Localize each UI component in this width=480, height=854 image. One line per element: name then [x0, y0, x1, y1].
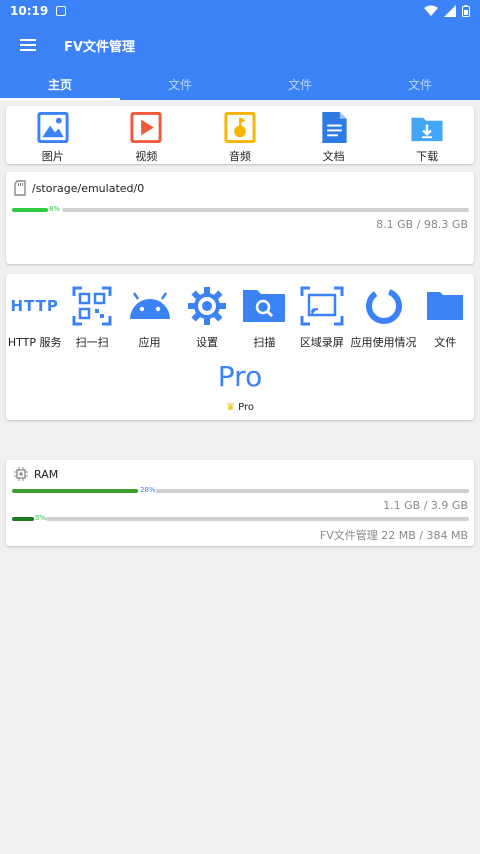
- folder-icon: [427, 292, 464, 320]
- category-label: 音频: [228, 150, 251, 163]
- storage-bar-used: [12, 208, 48, 212]
- video-icon: [130, 111, 162, 144]
- app-ram-percent: 5%: [35, 514, 47, 522]
- tool-scan[interactable]: 扫描: [236, 282, 293, 350]
- tab-files-2[interactable]: 文件: [240, 68, 360, 100]
- ram-label: RAM: [34, 467, 59, 481]
- tab-files-3[interactable]: 文件: [360, 68, 480, 100]
- tool-screen-record[interactable]: 区域录屏: [293, 282, 350, 350]
- download-icon: [411, 117, 443, 142]
- tab-bar: 主页 文件 文件 文件: [0, 68, 480, 100]
- app-title: FV文件管理: [64, 39, 135, 55]
- tool-label: 区域录屏: [299, 336, 344, 349]
- notification-icon: [56, 6, 67, 16]
- storage-percent: 8%: [49, 205, 61, 213]
- signal-icon: [444, 5, 456, 17]
- status-icons: [424, 5, 470, 17]
- crown-icon: ♛: [225, 402, 235, 413]
- http-icon-text: HTTP: [10, 297, 59, 315]
- status-bar: 10:19: [0, 0, 480, 22]
- ram-percent: 28%: [140, 486, 156, 494]
- category-label: 图片: [41, 150, 64, 163]
- category-label: 下载: [416, 150, 439, 163]
- hamburger-icon: [20, 39, 36, 51]
- menu-button[interactable]: [0, 22, 56, 68]
- category-documents[interactable]: 文档: [287, 106, 381, 164]
- tools-card: HTTP HTTP 服务 扫一扫 应用 设置 扫描 区域录屏 应用使用情况 文件…: [6, 274, 474, 420]
- tool-settings[interactable]: 设置: [178, 282, 235, 350]
- app-ram-bar-fill: [12, 517, 34, 521]
- tool-apps[interactable]: 应用: [121, 282, 178, 350]
- ram-size: 1.1 GB / 3.9 GB: [383, 499, 468, 512]
- category-images[interactable]: 图片: [6, 106, 100, 164]
- pro-badge-label: Pro: [238, 402, 255, 413]
- wifi-icon: [424, 5, 438, 16]
- ram-bar-track: [156, 489, 469, 493]
- document-icon: [321, 111, 347, 144]
- audio-icon: [224, 111, 256, 144]
- status-time: 10:19: [10, 4, 49, 18]
- tool-label: 设置: [195, 336, 218, 349]
- storage-path: /storage/emulated/0: [32, 181, 145, 195]
- tool-label: 扫一扫: [75, 336, 109, 349]
- ram-card[interactable]: RAM 28% 1.1 GB / 3.9 GB 5% FV文件管理 22 MB …: [6, 460, 474, 546]
- storage-bar-fill: [12, 208, 48, 212]
- qr-scan-icon: [72, 286, 112, 326]
- storage-size: 8.1 GB / 98.3 GB: [376, 218, 468, 231]
- category-audio[interactable]: 音频: [193, 106, 287, 164]
- battery-icon: [462, 5, 470, 17]
- tab-files-1[interactable]: 文件: [120, 68, 240, 100]
- ram-bar-fill: [12, 489, 138, 493]
- http-icon: HTTP: [11, 282, 59, 330]
- tool-app-usage[interactable]: 应用使用情况: [351, 282, 417, 350]
- tool-label: 应用: [138, 336, 161, 349]
- storage-card[interactable]: /storage/emulated/0 8% 8.1 GB / 98.3 GB: [6, 172, 474, 264]
- tool-label: 应用使用情况: [350, 336, 417, 349]
- tool-label: HTTP 服务: [7, 336, 62, 349]
- app-ram-bar-used: [12, 517, 34, 521]
- app-ram-size: FV文件管理 22 MB / 384 MB: [319, 529, 468, 542]
- tool-label: 文件: [434, 336, 457, 349]
- android-icon: [129, 292, 170, 319]
- ram-bar-used: [12, 489, 138, 493]
- chip-icon: [14, 467, 28, 481]
- sd-card-icon: [14, 180, 26, 196]
- category-videos[interactable]: 视频: [100, 106, 194, 164]
- category-card: 图片 视频 音频 文档 下载: [6, 106, 474, 164]
- app-bar: FV文件管理: [0, 22, 480, 68]
- pro-badge[interactable]: ♛ Pro: [6, 402, 474, 413]
- image-icon: [37, 111, 69, 144]
- tool-files[interactable]: 文件: [417, 282, 474, 350]
- tool-qr-scan[interactable]: 扫一扫: [63, 282, 120, 350]
- folder-search-icon: [243, 290, 286, 322]
- screen-cast-icon: [300, 286, 344, 326]
- usage-ring-icon: [365, 288, 402, 324]
- tab-home[interactable]: 主页: [0, 68, 120, 100]
- tool-http-server[interactable]: HTTP HTTP 服务: [6, 282, 63, 350]
- tool-label: 扫描: [253, 336, 276, 349]
- storage-bar-track: [62, 208, 469, 212]
- gear-icon: [187, 287, 226, 325]
- category-label: 文档: [322, 150, 345, 163]
- pro-title[interactable]: Pro: [6, 360, 474, 393]
- category-label: 视频: [135, 150, 158, 163]
- category-downloads[interactable]: 下载: [380, 106, 474, 164]
- app-ram-bar-track: [46, 517, 469, 521]
